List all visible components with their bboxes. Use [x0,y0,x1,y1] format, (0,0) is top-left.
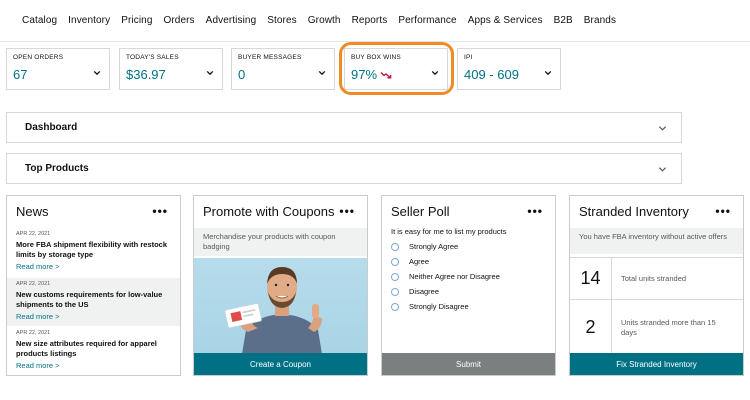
more-options-icon[interactable]: ••• [715,204,731,218]
metric-todays-sales[interactable]: TODAY'S SALES $36.97 [119,48,223,90]
poll-option-strongly-disagree[interactable]: Strongly Disagree [391,302,469,311]
nav-stores[interactable]: Stores [267,15,297,26]
card-title: Promote with Coupons [203,204,335,219]
chevron-down-icon[interactable] [93,69,101,77]
poll-option-agree[interactable]: Agree [391,257,429,266]
create-coupon-button[interactable]: Create a Coupon [194,353,367,375]
fix-stranded-inventory-button[interactable]: Fix Stranded Inventory [570,353,743,375]
poll-option-strongly-agree[interactable]: Strongly Agree [391,242,458,251]
radio-button[interactable] [391,272,399,281]
news-item: APR 22, 2021 More FBA shipment flexibili… [7,228,180,276]
radio-button[interactable] [391,257,399,266]
nav-brands[interactable]: Brands [584,15,616,26]
chevron-down-icon[interactable] [544,69,552,77]
metric-value: 409 - 609 [464,67,554,82]
nav-b2b[interactable]: B2B [554,15,573,26]
metric-label: OPEN ORDERS [13,54,64,61]
nav-orders[interactable]: Orders [164,15,195,26]
stranded-count: 14 [570,258,612,299]
metric-label: IPI [464,54,473,61]
metric-value: 97% [351,67,441,82]
stranded-count: 2 [570,300,612,355]
news-date: APR 22, 2021 [16,330,51,336]
news-headline[interactable]: New size attributes required for apparel… [16,339,171,359]
more-options-icon[interactable]: ••• [152,204,168,218]
poll-option-label: Neither Agree nor Disagree [409,272,500,281]
chevron-down-icon[interactable] [658,124,667,133]
poll-option-label: Strongly Agree [409,242,459,251]
chevron-down-icon[interactable] [431,69,439,77]
metric-value: 67 [13,67,103,82]
poll-option-label: Strongly Disagree [409,302,469,311]
metric-label: BUYER MESSAGES [238,54,302,61]
section-dashboard[interactable]: Dashboard [6,112,682,143]
metric-label: TODAY'S SALES [126,54,179,61]
metric-buyer-messages[interactable]: BUYER MESSAGES 0 [231,48,335,90]
section-title: Top Products [25,163,89,174]
stranded-row-total: 14 Total units stranded [570,257,743,299]
stranded-row-15-days: 2 Units stranded more than 15 days [570,299,743,355]
more-options-icon[interactable]: ••• [339,204,355,218]
trend-down-icon [380,71,392,78]
nav-inventory[interactable]: Inventory [68,15,110,26]
metric-value-text: $36.97 [126,67,166,82]
card-title: Seller Poll [391,204,450,219]
poll-option-disagree[interactable]: Disagree [391,287,439,296]
section-title: Dashboard [25,122,78,133]
read-more-link[interactable]: Read more > [16,361,171,370]
nav-advertising[interactable]: Advertising [206,15,257,26]
news-headline[interactable]: More FBA shipment flexibility with resto… [16,240,171,260]
chevron-down-icon[interactable] [658,165,667,174]
card-description: Merchandise your products with coupon ba… [194,228,367,256]
top-nav: Catalog Inventory Pricing Orders Adverti… [0,0,750,42]
metric-value-text: 409 - 609 [464,67,519,82]
metric-value: 0 [238,67,328,82]
news-card: News ••• APR 22, 2021 More FBA shipment … [6,195,181,376]
card-title: Stranded Inventory [579,204,689,219]
metric-ipi[interactable]: IPI 409 - 609 [457,48,561,90]
nav-reports[interactable]: Reports [352,15,388,26]
man-holding-coupon-illustration [224,267,322,354]
coupons-card: Promote with Coupons ••• Merchandise you… [193,195,368,376]
chevron-down-icon[interactable] [206,69,214,77]
seller-poll-card: Seller Poll ••• It is easy for me to lis… [381,195,556,376]
news-item: APR 22, 2021 New size attributes require… [7,327,180,375]
news-headline[interactable]: New customs requirements for low-value s… [16,290,171,310]
nav-catalog[interactable]: Catalog [22,15,57,26]
more-options-icon[interactable]: ••• [527,204,543,218]
section-top-products[interactable]: Top Products [6,153,682,184]
metric-value-text: 97% [351,67,378,82]
nav-apps-services[interactable]: Apps & Services [468,15,543,26]
nav-pricing[interactable]: Pricing [121,15,152,26]
news-date: APR 22, 2021 [16,281,51,287]
poll-option-label: Disagree [409,287,440,296]
stranded-label: Units stranded more than 15 days [621,318,716,337]
metric-value-text: 0 [238,67,246,82]
stranded-inventory-card: Stranded Inventory ••• You have FBA inve… [569,195,744,376]
chevron-down-icon[interactable] [318,69,326,77]
radio-button[interactable] [391,242,399,251]
read-more-link[interactable]: Read more > [16,262,171,271]
radio-button[interactable] [391,287,399,296]
radio-button[interactable] [391,302,399,311]
read-more-link[interactable]: Read more > [16,312,171,321]
metric-open-orders[interactable]: OPEN ORDERS 67 [6,48,110,90]
nav-growth[interactable]: Growth [308,15,341,26]
card-description: You have FBA inventory without active of… [570,228,743,254]
stranded-label: Total units stranded [621,274,687,283]
metric-buy-box-wins[interactable]: BUY BOX WINS 97% [344,48,448,90]
promo-image [194,258,367,354]
poll-question: It is easy for me to list my products [391,227,507,236]
poll-option-label: Agree [409,257,430,266]
news-date: APR 22, 2021 [16,231,51,237]
submit-button[interactable]: Submit [382,353,555,375]
poll-option-neutral[interactable]: Neither Agree nor Disagree [391,272,500,281]
metric-value: $36.97 [126,67,216,82]
news-item: APR 22, 2021 New customs requirements fo… [7,278,180,326]
metric-label: BUY BOX WINS [351,54,401,61]
metric-value-text: 67 [13,67,28,82]
card-title: News [16,204,49,219]
nav-performance[interactable]: Performance [398,15,456,26]
